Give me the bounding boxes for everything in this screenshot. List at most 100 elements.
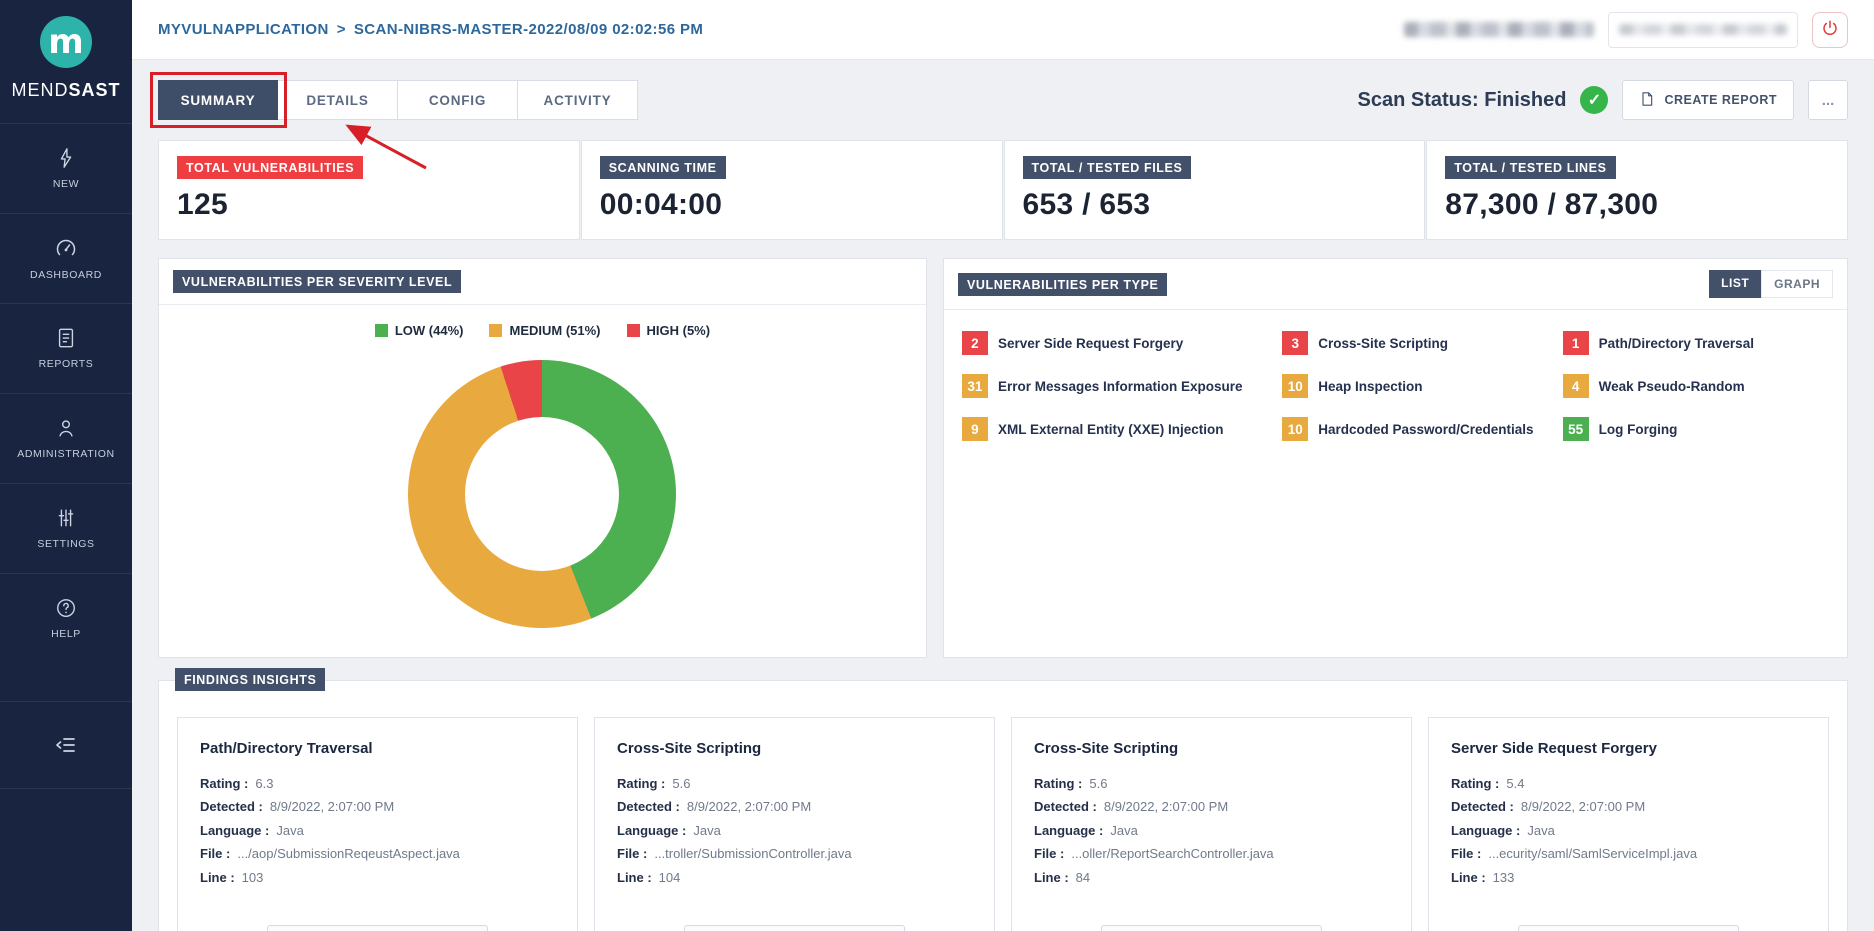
finding-field-label: File : — [617, 846, 647, 861]
types-panel-header: VULNERABILITIES PER TYPE LIST GRAPH — [944, 259, 1847, 310]
donut-hole — [465, 417, 619, 571]
sidebar-nav: NEW DASHBOARD REPORTS ADMINISTRATION SET… — [0, 123, 132, 789]
types-panel: VULNERABILITIES PER TYPE LIST GRAPH 2 Se… — [943, 258, 1848, 658]
brand-logo: m MENDSAST — [0, 0, 132, 113]
tabs-row: SUMMARY DETAILS CONFIG ACTIVITY Scan Sta… — [158, 80, 1848, 120]
type-item[interactable]: 1 Path/Directory Traversal — [1563, 331, 1829, 355]
finding-action-button[interactable] — [267, 925, 487, 931]
finding-field-value: ...troller/SubmissionController.java — [654, 846, 851, 861]
sidebar-item-reports[interactable]: REPORTS — [0, 303, 132, 393]
finding-field-label: File : — [1034, 846, 1064, 861]
tab-activity[interactable]: ACTIVITY — [518, 80, 638, 120]
type-item[interactable]: 9 XML External Entity (XXE) Injection — [962, 417, 1268, 441]
brand-name-light: MEND — [11, 80, 68, 100]
redacted-account-selector[interactable] — [1608, 12, 1798, 48]
question-icon — [55, 597, 77, 619]
stat-badge: TOTAL VULNERABILITIES — [177, 156, 363, 179]
finding-field-value: .../aop/SubmissionReqeustAspect.java — [237, 846, 460, 861]
finding-field-value: Java — [1527, 823, 1554, 838]
type-item[interactable]: 10 Heap Inspection — [1282, 374, 1548, 398]
legend-label: LOW (44%) — [395, 323, 464, 338]
finding-field-value: 133 — [1493, 870, 1515, 885]
stat-value: 125 — [177, 188, 561, 222]
sidebar-item-label: DASHBOARD — [30, 269, 102, 281]
sidebar-item-administration[interactable]: ADMINISTRATION — [0, 393, 132, 483]
type-label: Weak Pseudo-Random — [1599, 379, 1745, 394]
type-label: Server Side Request Forgery — [998, 336, 1183, 351]
type-count-badge: 3 — [1282, 331, 1308, 355]
type-label: Log Forging — [1599, 422, 1678, 437]
finding-card: Server Side Request Forgery Rating :5.4 … — [1428, 717, 1829, 931]
sidebar-item-label: SETTINGS — [37, 538, 94, 550]
finding-rating-row: Rating :5.4 — [1451, 772, 1806, 795]
finding-field-value: Java — [1110, 823, 1137, 838]
findings-panel: FINDINGS INSIGHTS Path/Directory Travers… — [158, 680, 1848, 931]
stat-card-tested-files: TOTAL / TESTED FILES 653 / 653 — [1004, 140, 1426, 240]
scan-status-text: Scan Status: Finished — [1358, 89, 1567, 112]
create-report-button[interactable]: CREATE REPORT — [1622, 80, 1794, 120]
type-count-badge: 55 — [1563, 417, 1589, 441]
type-count-badge: 4 — [1563, 374, 1589, 398]
finding-action-button[interactable] — [1101, 925, 1321, 931]
sidebar-item-label: REPORTS — [39, 358, 94, 370]
type-item[interactable]: 55 Log Forging — [1563, 417, 1829, 441]
finding-action-button[interactable] — [1518, 925, 1738, 931]
stat-value: 87,300 / 87,300 — [1445, 188, 1829, 222]
main-area: MYVULNAPPLICATION > SCAN-NIBRS-MASTER-20… — [132, 0, 1874, 931]
finding-file-row: File : ...troller/SubmissionController.ja… — [617, 842, 972, 865]
severity-donut-chart — [408, 360, 676, 628]
finding-card: Cross-Site Scripting Rating :5.6 Detecte… — [594, 717, 995, 931]
sidebar-item-new[interactable]: NEW — [0, 123, 132, 213]
sidebar-item-label: HELP — [51, 628, 81, 640]
topbar-right — [1404, 12, 1848, 48]
document-icon — [55, 327, 77, 349]
stat-card-total-vulnerabilities: TOTAL VULNERABILITIES 125 — [158, 140, 580, 240]
tab-config[interactable]: CONFIG — [398, 80, 518, 120]
finding-field-value: 8/9/2022, 2:07:00 PM — [1521, 799, 1645, 814]
type-item[interactable]: 31 Error Messages Information Exposure — [962, 374, 1268, 398]
sidebar-item-dashboard[interactable]: DASHBOARD — [0, 213, 132, 303]
more-actions-button[interactable]: ... — [1808, 80, 1848, 120]
brand-name: MENDSAST — [11, 80, 120, 101]
finding-field-value: Java — [693, 823, 720, 838]
tab-summary[interactable]: SUMMARY — [158, 80, 278, 120]
status-check-icon: ✓ — [1580, 86, 1608, 114]
stat-value: 653 / 653 — [1023, 188, 1407, 222]
mend-logo-icon: m — [38, 14, 94, 70]
severity-panel: VULNERABILITIES PER SEVERITY LEVEL LOW (… — [158, 258, 927, 658]
severity-panel-title: VULNERABILITIES PER SEVERITY LEVEL — [173, 270, 461, 293]
scan-status-area: Scan Status: Finished ✓ CREATE REPORT ..… — [1358, 80, 1848, 120]
type-item[interactable]: 4 Weak Pseudo-Random — [1563, 374, 1829, 398]
tab-details[interactable]: DETAILS — [278, 80, 398, 120]
lightning-icon — [55, 147, 77, 169]
stat-card-tested-lines: TOTAL / TESTED LINES 87,300 / 87,300 — [1426, 140, 1848, 240]
sidebar-item-help[interactable]: HELP — [0, 573, 132, 663]
type-count-badge: 2 — [962, 331, 988, 355]
legend-swatch-medium — [489, 324, 502, 337]
finding-card: Path/Directory Traversal Rating :6.3 Det… — [177, 717, 578, 931]
breadcrumb-app-link[interactable]: MYVULNAPPLICATION — [158, 21, 329, 38]
sidebar-item-label: ADMINISTRATION — [17, 448, 114, 460]
logout-power-button[interactable] — [1812, 12, 1848, 48]
finding-title: Cross-Site Scripting — [617, 740, 972, 757]
finding-field-label: Line : — [1034, 870, 1069, 885]
type-item[interactable]: 3 Cross-Site Scripting — [1282, 331, 1548, 355]
legend-label: MEDIUM (51%) — [509, 323, 600, 338]
sidebar-collapse-button[interactable] — [0, 701, 132, 789]
legend-label: HIGH (5%) — [647, 323, 711, 338]
finding-field-label: Line : — [200, 870, 235, 885]
topbar: MYVULNAPPLICATION > SCAN-NIBRS-MASTER-20… — [132, 0, 1874, 60]
type-item[interactable]: 10 Hardcoded Password/Credentials — [1282, 417, 1548, 441]
legend-swatch-low — [375, 324, 388, 337]
finding-field-value: 103 — [242, 870, 264, 885]
toggle-list-button[interactable]: LIST — [1709, 270, 1761, 298]
breadcrumb: MYVULNAPPLICATION > SCAN-NIBRS-MASTER-20… — [158, 21, 703, 38]
toggle-graph-button[interactable]: GRAPH — [1761, 270, 1833, 298]
type-item[interactable]: 2 Server Side Request Forgery — [962, 331, 1268, 355]
finding-action-button[interactable] — [684, 925, 904, 931]
sidebar-item-label: NEW — [53, 178, 79, 190]
sidebar-item-settings[interactable]: SETTINGS — [0, 483, 132, 573]
severity-donut-wrap — [159, 360, 926, 628]
create-report-label: CREATE REPORT — [1664, 93, 1777, 107]
finding-field-value: 5.6 — [1089, 776, 1107, 791]
